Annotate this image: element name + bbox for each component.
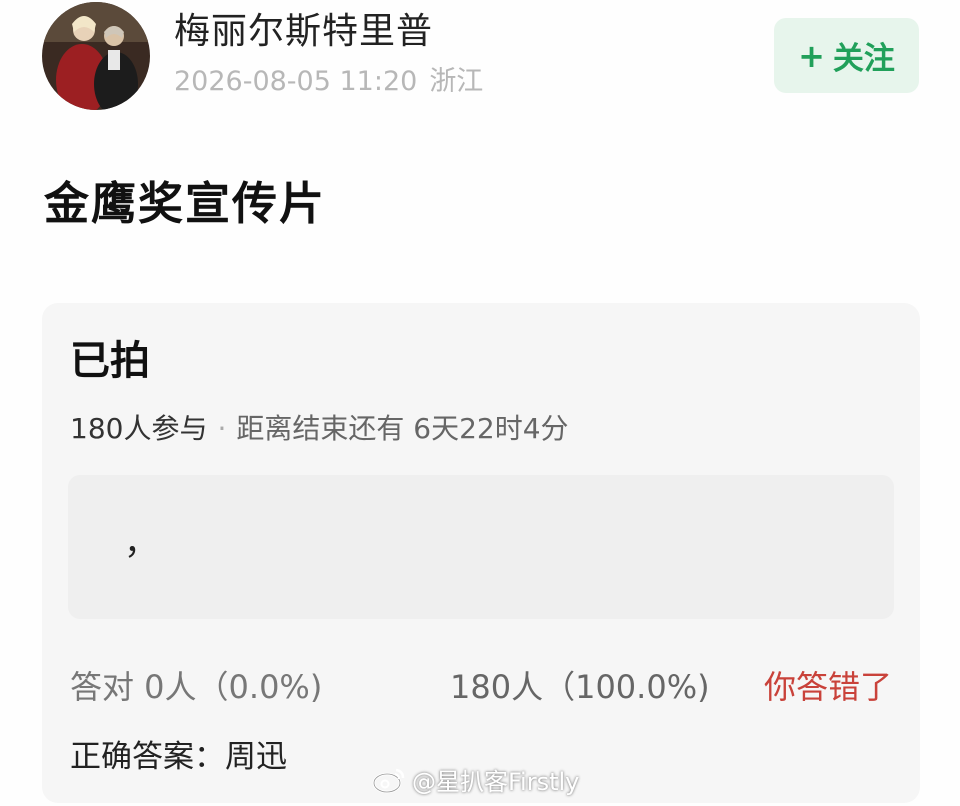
post-title: 金鹰奖宣传片	[44, 177, 327, 230]
watermark-text: @星扒客Firstly	[412, 768, 580, 796]
post-meta: 2026-08-05 11:20 浙江	[174, 62, 483, 102]
post-page: 梅丽尔斯特里普 2026-08-05 11:20 浙江 + 关注 金鹰奖宣传片 已…	[0, 0, 960, 806]
weibo-logo-icon	[372, 768, 405, 793]
quiz-question: 已拍	[70, 338, 150, 384]
username[interactable]: 梅丽尔斯特里普	[174, 8, 433, 56]
answer-option-text: ，	[124, 523, 158, 563]
result-verdict: 你答错了	[763, 668, 892, 706]
correct-stat: 答对 0人（0.0%)	[70, 668, 323, 706]
answer-option[interactable]: ，	[68, 475, 894, 619]
watermark: @星扒客Firstly	[372, 762, 579, 797]
correct-answer: 正确答案：周迅	[70, 739, 287, 775]
wrong-stat: 180人（100.0%)	[450, 668, 710, 706]
time-remaining: 距离结束还有 6天22时4分	[236, 412, 569, 445]
follow-label: 关注	[832, 41, 895, 77]
info-separator: ·	[217, 412, 227, 445]
quiz-card: 已拍 180人参与 · 距离结束还有 6天22时4分 ， 答对 0人（0.0%) 1…	[42, 303, 920, 803]
participant-count: 180人参与	[70, 412, 208, 445]
quiz-stats: 答对 0人（0.0%) 180人（100.0%) 你答错了	[70, 663, 892, 711]
plus-icon: +	[798, 36, 825, 75]
avatar[interactable]	[42, 2, 150, 110]
post-timestamp: 2026-08-05 11:20	[174, 66, 418, 97]
post-location: 浙江	[429, 66, 484, 97]
follow-button[interactable]: + 关注	[774, 18, 919, 93]
quiz-info: 180人参与 · 距离结束还有 6天22时4分	[70, 409, 569, 449]
avatar-image	[42, 2, 150, 110]
